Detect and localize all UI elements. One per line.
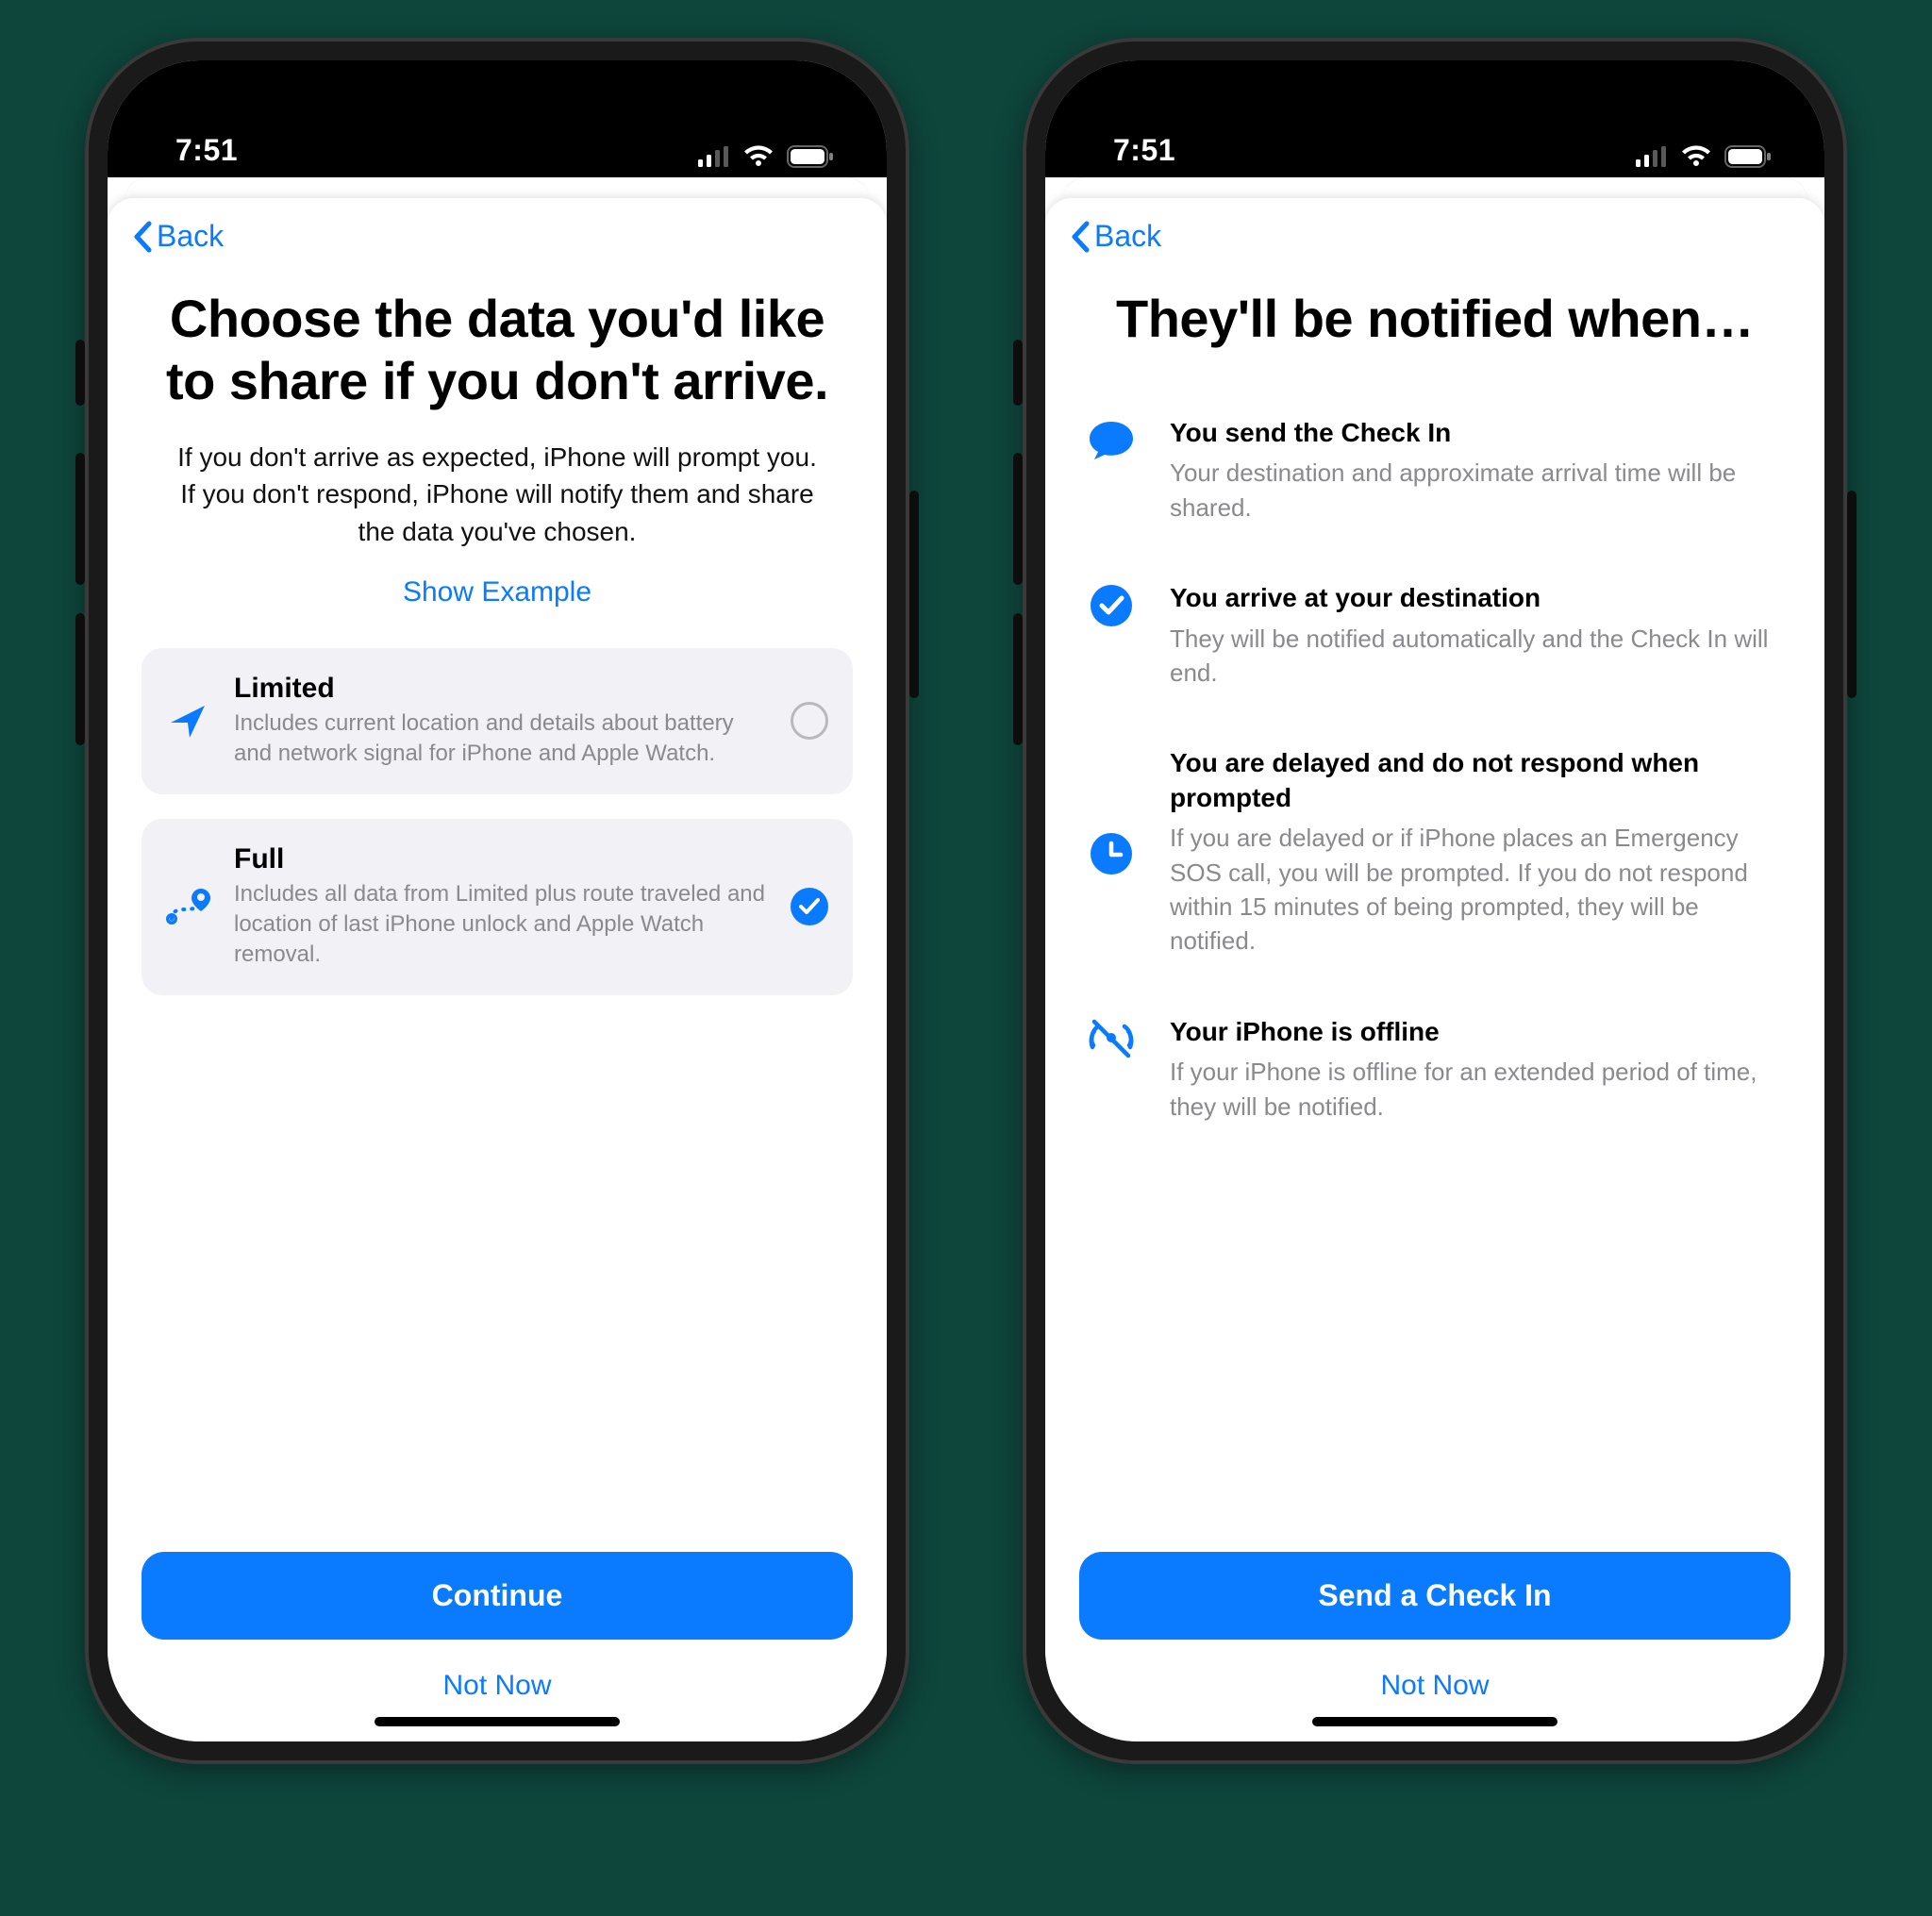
status-time: 7:51: [175, 133, 238, 168]
page-title: They'll be notified when…: [1089, 288, 1781, 350]
clock-icon: [1089, 831, 1134, 876]
home-indicator[interactable]: [1312, 1717, 1557, 1726]
info-row-delayed: You are delayed and do not respond when …: [1083, 746, 1783, 958]
battery-icon: [1724, 145, 1772, 168]
home-indicator[interactable]: [375, 1717, 620, 1726]
info-desc: If you are delayed or if iPhone places a…: [1170, 821, 1783, 958]
info-title: You arrive at your destination: [1170, 581, 1783, 615]
option-desc: Includes current location and details ab…: [234, 708, 770, 770]
silence-switch: [1013, 340, 1023, 406]
status-time: 7:51: [1113, 133, 1175, 168]
wifi-icon: [743, 145, 774, 168]
info-title: You send the Check In: [1170, 416, 1783, 450]
back-button[interactable]: Back: [1070, 219, 1790, 254]
battery-icon: [787, 145, 834, 168]
cellular-icon: [1636, 146, 1668, 167]
option-title: Full: [234, 843, 770, 875]
not-now-button[interactable]: Not Now: [142, 1670, 853, 1702]
page-subtitle: If you don't arrive as expected, iPhone …: [170, 439, 824, 550]
option-limited[interactable]: Limited Includes current location and de…: [142, 648, 853, 794]
info-title: You are delayed and do not respond when …: [1170, 746, 1783, 815]
back-label: Back: [1094, 219, 1161, 254]
info-desc: Your destination and approximate arrival…: [1170, 456, 1783, 525]
power-button: [1847, 491, 1857, 698]
wifi-icon: [1681, 145, 1711, 168]
chevron-left-icon: [1070, 221, 1091, 253]
radio-unchecked-icon[interactable]: [791, 702, 828, 740]
silence-switch: [75, 340, 85, 406]
continue-button[interactable]: Continue: [142, 1552, 853, 1640]
dynamic-island: [1322, 89, 1548, 155]
dynamic-island: [384, 89, 610, 155]
power-button: [909, 491, 919, 698]
option-desc: Includes all data from Limited plus rout…: [234, 879, 770, 971]
cellular-icon: [698, 146, 730, 167]
page-title: Choose the data you'd like to share if y…: [151, 288, 843, 412]
back-label: Back: [157, 219, 224, 254]
chevron-left-icon: [132, 221, 153, 253]
volume-up: [75, 453, 85, 585]
option-full[interactable]: Full Includes all data from Limited plus…: [142, 819, 853, 995]
info-row-offline: Your iPhone is offline If your iPhone is…: [1083, 1015, 1783, 1124]
show-example-link[interactable]: Show Example: [142, 576, 853, 608]
not-now-button[interactable]: Not Now: [1079, 1670, 1790, 1702]
info-desc: They will be notified automatically and …: [1170, 622, 1783, 691]
checkmark-circle-icon: [1089, 583, 1134, 628]
info-row-arrive: You arrive at your destination They will…: [1083, 581, 1783, 690]
left-phone: 7:51 Back Choose the data you'd like to …: [85, 38, 909, 1764]
send-check-in-button[interactable]: Send a Check In: [1079, 1552, 1790, 1640]
right-phone: 7:51 Back They'll be notified when…: [1023, 38, 1847, 1764]
volume-up: [1013, 453, 1023, 585]
info-desc: If your iPhone is offline for an extende…: [1170, 1055, 1783, 1124]
chat-bubble-icon: [1087, 418, 1136, 463]
option-title: Limited: [234, 673, 770, 705]
radio-checked-icon[interactable]: [791, 888, 828, 925]
volume-down: [1013, 613, 1023, 745]
location-arrow-icon: [167, 700, 208, 741]
back-button[interactable]: Back: [132, 219, 853, 254]
info-title: Your iPhone is offline: [1170, 1015, 1783, 1049]
info-row-send: You send the Check In Your destination a…: [1083, 416, 1783, 525]
route-icon: [163, 886, 212, 927]
offline-icon: [1086, 1017, 1137, 1060]
volume-down: [75, 613, 85, 745]
